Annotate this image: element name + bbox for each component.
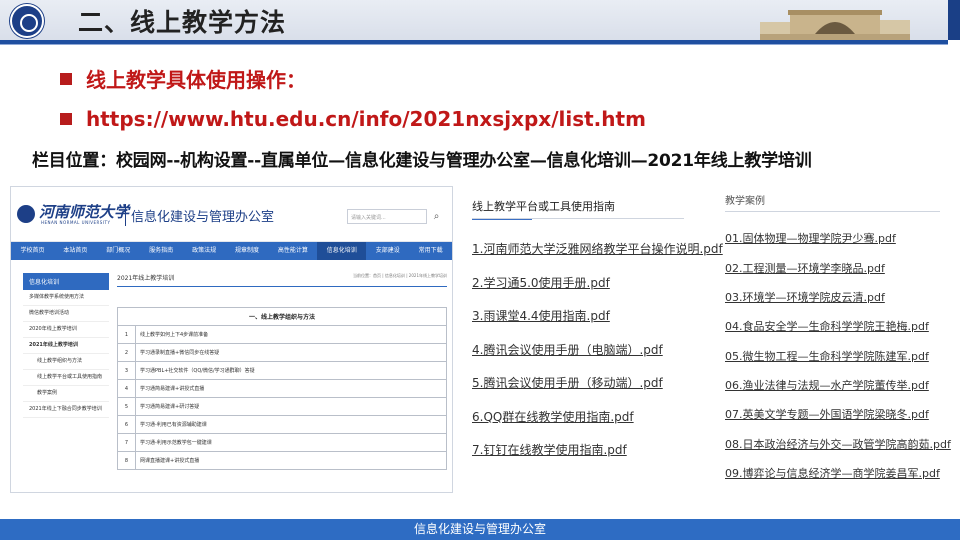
bullet-square-icon (60, 113, 72, 125)
website-screenshot: 河南师范大学 HENAN NORMAL UNIVERSITY 信息化建设与管理办… (10, 186, 453, 493)
campus-gate-icon (760, 10, 910, 40)
site-nav-item[interactable]: 规章制度 (226, 242, 269, 260)
guide-link[interactable]: 1.河南师范大学泛雅网络教学平台操作说明.pdf (472, 240, 723, 257)
site-main-content: 2021年线上教学培训 当前位置：首页 | 信息化培训 | 2021年线上教学培… (117, 273, 447, 470)
site-nav-item[interactable]: 学校首页 (11, 242, 54, 260)
site-nav-item[interactable]: 高性能计算 (268, 242, 317, 260)
site-method-table: 一、线上教学组织与方法 1 线上教学如何上下4步课前准备 2 学习通录制直播+微信同… (117, 307, 447, 470)
site-sidebar-subitem[interactable]: 线上教学平台或工具使用指南 (23, 370, 109, 386)
cases-divider (725, 211, 940, 212)
table-row[interactable]: 4 学习通简易建课+讲授式直播 (117, 379, 447, 398)
case-link[interactable]: 08.日本政治经济与外交—政管学院高韵茹.pdf (725, 436, 951, 452)
guide-link[interactable]: 4.腾讯会议使用手册（电脑端）.pdf (472, 341, 663, 358)
site-nav-item[interactable]: 常用下载 (409, 242, 452, 260)
column-location: 栏目位置：校园网--机构设置--直属单位—信息化建设与管理办公室—信息化培训—2… (32, 151, 812, 171)
header-divider-thin (0, 44, 948, 45)
table-row[interactable]: 8 网课直播建课+讲授式直播 (117, 451, 447, 470)
case-link[interactable]: 03.环境学—环境学院皮云清.pdf (725, 289, 885, 305)
training-url-link[interactable]: https://www.htu.edu.cn/info/2021nxsjxpx/… (86, 107, 646, 131)
header-right-bar (948, 0, 960, 40)
site-sidebar-heading: 信息化培训 (23, 273, 109, 290)
guides-heading: 线上教学平台或工具使用指南 (472, 200, 615, 213)
guide-link[interactable]: 2.学习通5.0使用手册.pdf (472, 274, 610, 291)
row-text[interactable]: 学习通简易建课+讲授式直播 (135, 379, 447, 398)
slide-footer: 信息化建设与管理办公室 (0, 519, 960, 540)
row-number: 8 (117, 451, 136, 470)
table-row[interactable]: 5 学习通简易建课+研讨答疑 (117, 397, 447, 416)
row-number: 4 (117, 379, 136, 398)
bullet-text: 线上教学具体使用操作： (86, 68, 306, 92)
site-sidebar-item[interactable]: 微信教学培训活动 (23, 306, 109, 322)
site-logo-icon (17, 205, 35, 223)
table-row[interactable]: 3 学习通PBL+社交软件（QQ/微信/学习通群聊）答疑 (117, 361, 447, 380)
table-row[interactable]: 1 线上教学如何上下4步课前准备 (117, 325, 447, 344)
bullet-square-icon (60, 72, 72, 85)
row-text[interactable]: 网课直播建课+讲授式直播 (135, 451, 447, 470)
site-header: 河南师范大学 HENAN NORMAL UNIVERSITY 信息化建设与管理办… (11, 187, 452, 242)
site-nav-bar: 学校首页 本站首页 部门概况 服务指南 政策法规 规章制度 高性能计算 信息化培… (11, 242, 452, 260)
site-nav-item[interactable]: 支部建设 (366, 242, 409, 260)
case-link[interactable]: 04.食品安全学—生命科学学院王艳梅.pdf (725, 318, 929, 334)
site-nav-item[interactable]: 本站首页 (54, 242, 97, 260)
case-link[interactable]: 01.固体物理—物理学院尹少骞.pdf (725, 230, 896, 246)
bullet-url[interactable]: https://www.htu.edu.cn/info/2021nxsjxpx/… (60, 107, 646, 131)
site-header-separator (125, 204, 126, 226)
row-number: 6 (117, 415, 136, 434)
search-icon[interactable]: ⌕ (429, 209, 444, 224)
slide-header: 二、线上教学方法 (0, 0, 960, 48)
site-sidebar: 信息化培训 多媒体教学系统使用方法 微信教学培训活动 2020年线上教学培训 2… (23, 273, 109, 418)
guides-divider-accent (472, 219, 532, 220)
guide-link[interactable]: 3.雨课堂4.4使用指南.pdf (472, 307, 610, 324)
table-row[interactable]: 7 学习通-利用示范教学包一键建课 (117, 433, 447, 452)
cases-heading: 教学案例 (725, 196, 765, 207)
row-text[interactable]: 线上教学如何上下4步课前准备 (135, 325, 447, 344)
row-number: 5 (117, 397, 136, 416)
site-breadcrumb: 当前位置：首页 | 信息化培训 | 2021年线上教学培训 (353, 273, 447, 278)
site-sidebar-item-active[interactable]: 2021年线上教学培训 (23, 338, 109, 354)
guide-link[interactable]: 6.QQ群在线教学使用指南.pdf (472, 408, 634, 425)
site-sidebar-item[interactable]: 2021年线上下融合同步教学培训 (23, 402, 109, 418)
row-number: 7 (117, 433, 136, 452)
case-link[interactable]: 05.微生物工程—生命科学学院陈建军.pdf (725, 348, 929, 364)
row-text[interactable]: 学习通简易建课+研讨答疑 (135, 397, 447, 416)
site-nav-item[interactable]: 部门概况 (97, 242, 140, 260)
table-row[interactable]: 6 学习通-利用已有资源辅助建课 (117, 415, 447, 434)
guide-link[interactable]: 5.腾讯会议使用手册（移动端）.pdf (472, 374, 663, 391)
row-text[interactable]: 学习通录制直播+微信同步在线答疑 (135, 343, 447, 362)
site-main-title-text: 2021年线上教学培训 (117, 275, 175, 282)
table-heading: 一、线上教学组织与方法 (117, 307, 447, 326)
case-link[interactable]: 07.英美文学专题—外国语学院梁晓冬.pdf (725, 406, 929, 422)
guide-link[interactable]: 7.钉钉在线教学使用指南.pdf (472, 441, 627, 458)
site-name-en: HENAN NORMAL UNIVERSITY (41, 220, 111, 225)
row-text[interactable]: 学习通-利用已有资源辅助建课 (135, 415, 447, 434)
slide-title: 二、线上教学方法 (78, 8, 287, 37)
site-sidebar-subitem[interactable]: 线上教学组织与方法 (23, 354, 109, 370)
site-nav-item[interactable]: 政策法规 (183, 242, 226, 260)
university-emblem-icon (10, 4, 44, 38)
row-number: 2 (117, 343, 136, 362)
site-nav-item[interactable]: 服务指南 (140, 242, 183, 260)
case-link[interactable]: 02.工程测量—环境学李晓品.pdf (725, 260, 885, 276)
site-sidebar-item[interactable]: 2020年线上教学培训 (23, 322, 109, 338)
row-number: 3 (117, 361, 136, 380)
site-main-title: 2021年线上教学培训 当前位置：首页 | 信息化培训 | 2021年线上教学培… (117, 273, 447, 287)
site-nav-item-active[interactable]: 信息化培训 (317, 242, 367, 260)
row-text[interactable]: 学习通PBL+社交软件（QQ/微信/学习通群聊）答疑 (135, 361, 447, 380)
site-name: 河南师范大学 (39, 203, 130, 221)
case-link[interactable]: 09.博弈论与信息经济学—商学院姜昌军.pdf (725, 465, 940, 481)
row-number: 1 (117, 325, 136, 344)
case-link[interactable]: 06.渔业法律与法规—水产学院董传举.pdf (725, 377, 929, 393)
row-text[interactable]: 学习通-利用示范教学包一键建课 (135, 433, 447, 452)
bullet-usage: 线上教学具体使用操作： (60, 64, 306, 93)
table-row[interactable]: 2 学习通录制直播+微信同步在线答疑 (117, 343, 447, 362)
site-search-input[interactable]: 请输入关键词... (347, 209, 427, 224)
site-sidebar-item[interactable]: 多媒体教学系统使用方法 (23, 290, 109, 306)
site-dept-name: 信息化建设与管理办公室 (131, 210, 275, 225)
site-sidebar-subitem[interactable]: 教学案例 (23, 386, 109, 402)
